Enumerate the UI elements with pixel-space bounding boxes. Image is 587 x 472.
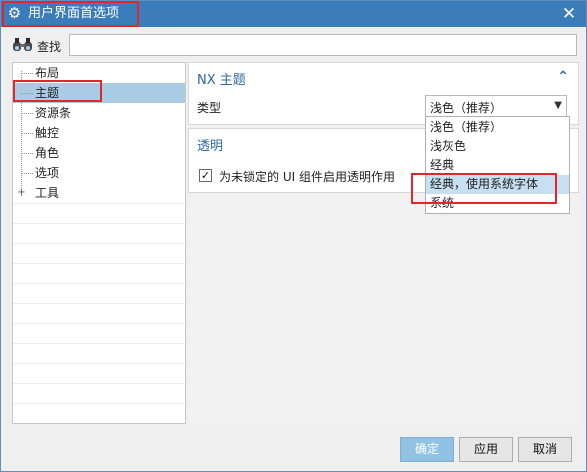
tree-gridline bbox=[13, 243, 185, 244]
tree-item-role[interactable]: 角色 bbox=[13, 143, 185, 163]
tree-gridline bbox=[13, 303, 185, 304]
tree-item-label: 角色 bbox=[35, 146, 60, 160]
tree-connector bbox=[21, 73, 33, 74]
tree-gridline bbox=[13, 283, 185, 284]
section-title: NX 主题 bbox=[197, 73, 246, 88]
tree-item-label: 选项 bbox=[35, 166, 60, 180]
dropdown-option[interactable]: 浅色（推荐） bbox=[426, 118, 569, 137]
tree-item-label: 工具 bbox=[35, 186, 60, 200]
tree-gridline bbox=[13, 403, 185, 404]
tree-gridline bbox=[13, 263, 185, 264]
tree-item-label: 布局 bbox=[35, 66, 60, 80]
ok-button[interactable]: 确定 bbox=[400, 437, 454, 462]
theme-annotation-box bbox=[13, 80, 102, 102]
find-input[interactable] bbox=[69, 34, 577, 56]
transparency-checkbox[interactable]: ✓ bbox=[199, 169, 212, 182]
expand-icon[interactable]: + bbox=[17, 188, 26, 198]
preferences-tree: 布局 主题 资源条 触控 角色 选项 + 工具 bbox=[12, 62, 186, 424]
collapse-icon[interactable]: ⌃ bbox=[557, 69, 569, 85]
preferences-dialog: ⚙ 用户界面首选项 ✕ 查找 布局 主题 资源条 触控 角色 选项 + 工具 N… bbox=[0, 0, 587, 472]
tree-connector bbox=[21, 153, 33, 154]
tree-connector bbox=[21, 133, 33, 134]
checkbox-label: 为未锁定的 UI 组件启用透明作用 bbox=[219, 170, 395, 184]
tree-item-label: 资源条 bbox=[35, 106, 72, 120]
title-annotation-box bbox=[2, 1, 139, 27]
cancel-button[interactable]: 取消 bbox=[518, 437, 572, 462]
tree-item-tools[interactable]: + 工具 bbox=[13, 183, 185, 203]
option-annotation-box bbox=[411, 173, 557, 204]
find-label: 查找 bbox=[37, 40, 62, 54]
tree-gridline bbox=[13, 203, 185, 204]
tree-gridline bbox=[13, 343, 185, 344]
tree-gridline bbox=[13, 363, 185, 364]
tree-item-options[interactable]: 选项 bbox=[13, 163, 185, 183]
tree-gridline bbox=[13, 223, 185, 224]
tree-connector bbox=[21, 113, 33, 114]
tree-gridline bbox=[13, 323, 185, 324]
chevron-down-icon: ▼ bbox=[554, 100, 562, 111]
find-row: 查找 bbox=[1, 28, 586, 62]
tree-item-label: 触控 bbox=[35, 126, 60, 140]
type-label: 类型 bbox=[197, 101, 222, 115]
tree-item-resource-bar[interactable]: 资源条 bbox=[13, 103, 185, 123]
section-title: 透明 bbox=[197, 139, 224, 154]
select-value: 浅色（推荐） bbox=[430, 101, 503, 115]
binoculars-icon bbox=[13, 38, 32, 51]
tree-item-touch[interactable]: 触控 bbox=[13, 123, 185, 143]
dropdown-option[interactable]: 浅灰色 bbox=[426, 137, 569, 156]
tree-connector bbox=[21, 173, 33, 174]
theme-type-select[interactable]: 浅色（推荐） ▼ bbox=[425, 95, 567, 117]
close-button[interactable]: ✕ bbox=[560, 4, 578, 24]
tree-gridline bbox=[13, 383, 185, 384]
apply-button[interactable]: 应用 bbox=[459, 437, 513, 462]
